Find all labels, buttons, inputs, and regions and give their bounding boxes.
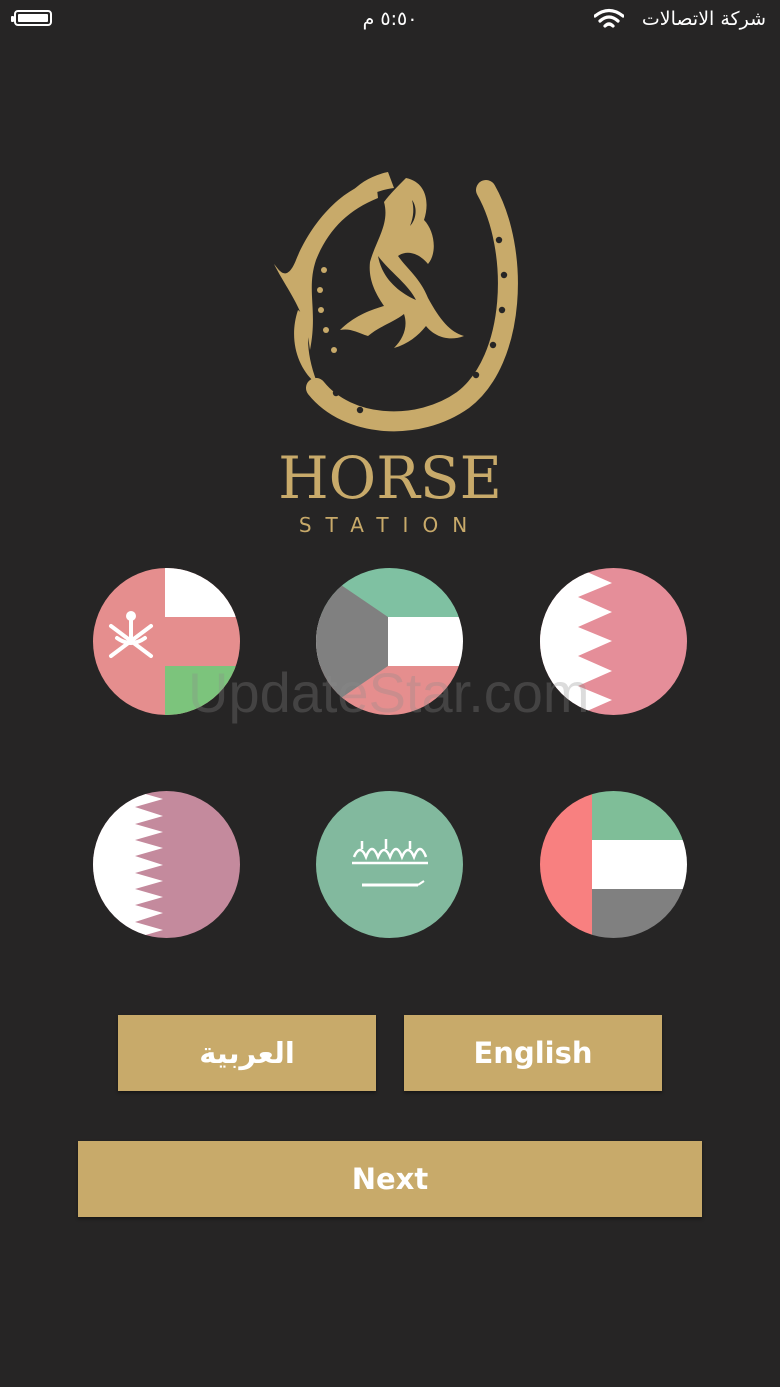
qatar-flag-icon[interactable] [93,791,240,938]
horse-station-logo: HORSE STATION [274,172,518,537]
oman-flag-icon[interactable] [93,568,240,715]
next-button[interactable]: Next [78,1141,702,1217]
battery-icon [11,10,52,26]
wifi-icon [594,8,624,28]
carrier-name: شركة الاتصالات [641,8,766,30]
arabic-language-button[interactable]: العربية [118,1015,376,1091]
bahrain-flag-icon[interactable] [540,568,687,715]
logo-title: HORSE [278,444,502,512]
kuwait-flag-icon[interactable] [316,568,463,715]
status-bar: ٥:٥٠ م شركة الاتصالات [0,0,780,40]
english-language-button[interactable]: English [404,1015,662,1091]
status-time: ٥:٥٠ م [362,8,418,30]
uae-flag-icon[interactable] [540,791,687,938]
logo-subtitle: STATION [299,513,481,537]
saudi-flag-icon[interactable] [316,791,463,938]
